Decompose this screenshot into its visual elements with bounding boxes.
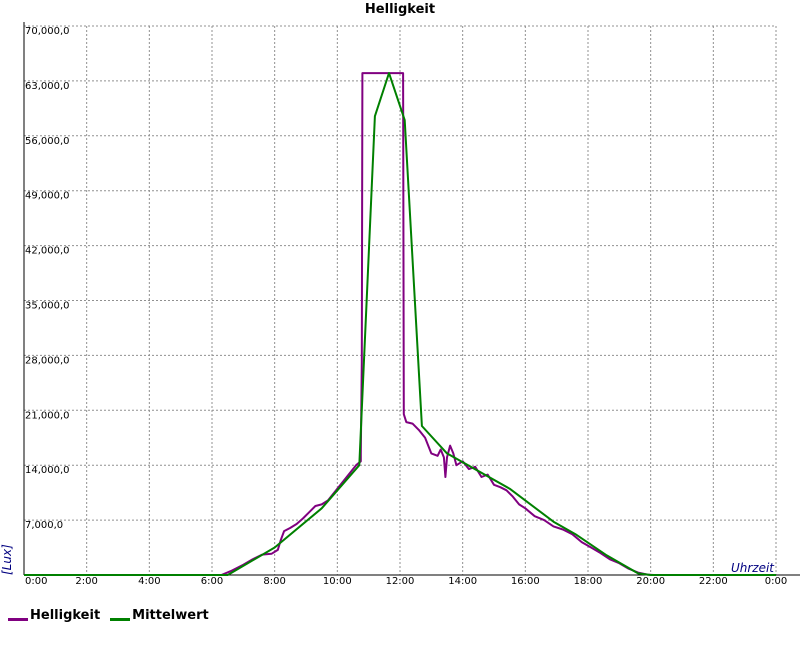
axes bbox=[23, 22, 800, 576]
legend-swatch-helligkeit bbox=[8, 618, 28, 621]
x-tick-label: 0:00 bbox=[765, 576, 787, 587]
x-tick-label: 8:00 bbox=[263, 576, 285, 587]
y-tick-label: 49,000,0 bbox=[25, 191, 70, 202]
x-tick-label: 22:00 bbox=[699, 576, 728, 587]
x-tick-label: 14:00 bbox=[448, 576, 477, 587]
legend-label-mittelwert: Mittelwert bbox=[132, 608, 209, 623]
legend-swatch-mittelwert bbox=[110, 618, 131, 621]
legend-item-mittelwert: Mittelwert bbox=[110, 608, 209, 623]
chart-title: Helligkeit bbox=[365, 2, 435, 17]
x-tick-label: 10:00 bbox=[323, 576, 352, 587]
x-tick-label: 2:00 bbox=[75, 576, 97, 587]
x-tick-label: 6:00 bbox=[201, 576, 223, 587]
legend-label-helligkeit: Helligkeit bbox=[30, 608, 101, 623]
legend-item-helligkeit: Helligkeit bbox=[8, 608, 100, 623]
y-tick-label: 35,000,0 bbox=[25, 301, 70, 312]
y-tick-label: 21,000,0 bbox=[25, 410, 70, 421]
y-tick-labels: 0,007,000,014,000,021,000,028,000,035,00… bbox=[25, 26, 70, 531]
y-tick-label: 42,000,0 bbox=[25, 246, 70, 257]
x-tick-label: 18:00 bbox=[574, 576, 603, 587]
x-axis-label: Uhrzeit bbox=[731, 561, 775, 575]
chart-legend: Helligkeit Mittelwert bbox=[8, 608, 219, 623]
y-tick-label: 14,000,0 bbox=[25, 465, 70, 476]
chart-canvas: 0:00 2:00 4:00 6:00 8:00 10:00 12:00 14:00 16:00… bbox=[0, 2, 800, 587]
y-tick-label: 28,000,0 bbox=[25, 355, 70, 366]
y-axis-label: [Lux] bbox=[0, 544, 14, 575]
y-tick-label: 56,000,0 bbox=[25, 136, 70, 147]
x-tick-labels: 0:00 2:00 4:00 6:00 8:00 10:00 12:00 14:00 16:00… bbox=[25, 576, 787, 587]
y-tick-label: 7,000,0 bbox=[25, 520, 63, 531]
y-tick-label: 63,000,0 bbox=[25, 81, 70, 92]
y-tick-label: 70,000,0 bbox=[25, 26, 70, 37]
x-tick-label: 4:00 bbox=[138, 576, 160, 587]
x-tick-label: 20:00 bbox=[636, 576, 665, 587]
x-tick-label: 16:00 bbox=[511, 576, 540, 587]
x-tick-label: 12:00 bbox=[386, 576, 415, 587]
